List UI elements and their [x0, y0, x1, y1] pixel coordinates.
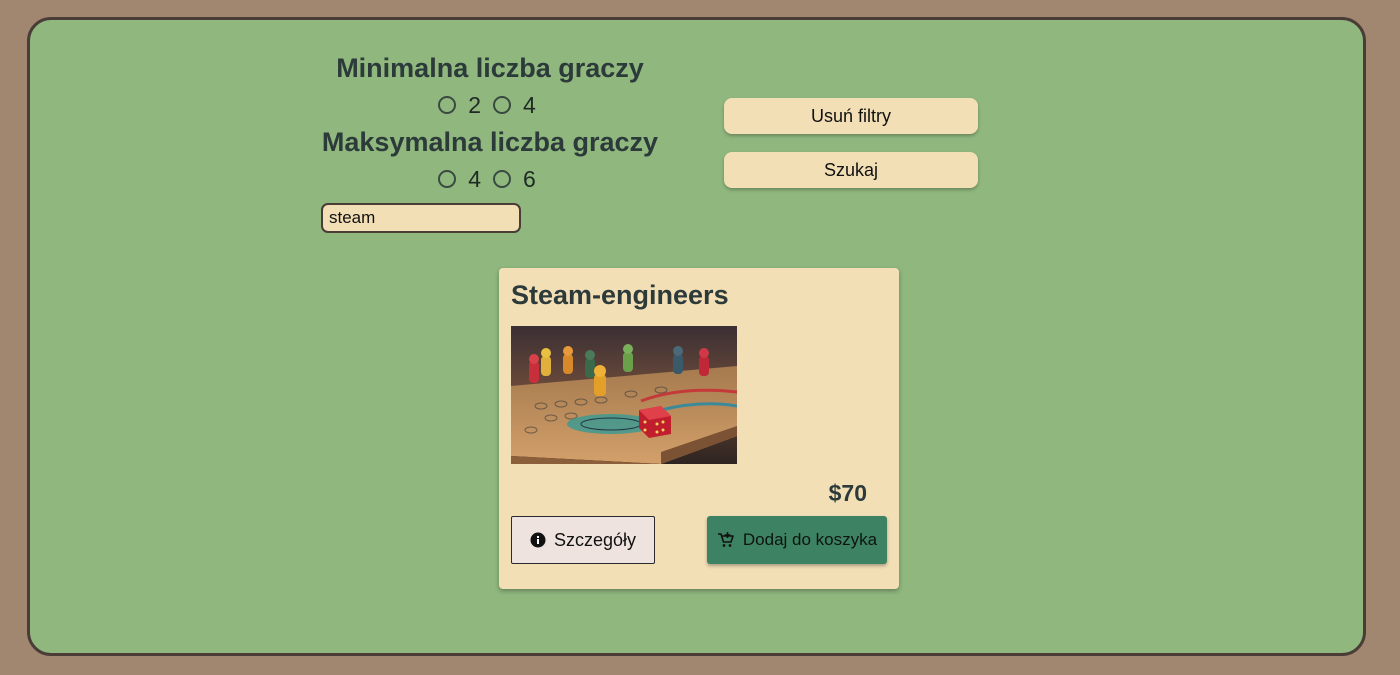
search-button[interactable]: Szukaj: [724, 152, 978, 188]
radio-label: 6: [523, 165, 536, 192]
max-players-option-6[interactable]: 6: [493, 166, 542, 193]
min-players-option-2[interactable]: 2: [438, 92, 487, 119]
radio-button[interactable]: [493, 96, 511, 114]
details-label: Szczegóły: [553, 529, 637, 550]
radio-button[interactable]: [438, 170, 457, 188]
main-panel: Minimalna liczba graczy 2 4 Maksymalna l…: [27, 17, 1366, 656]
clear-filters-button[interactable]: Usuń filtry: [724, 98, 978, 134]
max-players-heading: Maksymalna liczba graczy: [321, 127, 659, 157]
min-players-heading: Minimalna liczba graczy: [336, 53, 644, 83]
radio-label: 4: [523, 91, 536, 118]
product-card: Steam-engineers $70 Szczegóły Dodaj do k…: [499, 268, 899, 589]
max-players-options: 4 6: [320, 160, 660, 198]
add-cart-icon: [717, 531, 735, 549]
radio-button[interactable]: [493, 170, 511, 188]
search-input[interactable]: [321, 203, 521, 233]
min-players-options: 2 4: [320, 86, 660, 124]
player-filters: Minimalna liczba graczy 2 4 Maksymalna l…: [320, 50, 660, 198]
max-players-option-4[interactable]: 4: [438, 166, 487, 193]
radio-label: 4: [468, 165, 481, 192]
add-to-cart-button[interactable]: Dodaj do koszyka: [707, 516, 887, 564]
add-to-cart-label: Dodaj do koszyka: [742, 530, 878, 549]
info-icon: [530, 532, 546, 548]
board-game-image: [511, 326, 737, 464]
radio-button[interactable]: [438, 96, 457, 114]
product-title: Steam-engineers: [511, 280, 729, 310]
radio-label: 2: [468, 91, 481, 118]
min-players-option-4[interactable]: 4: [493, 92, 542, 119]
details-button[interactable]: Szczegóły: [511, 516, 655, 564]
product-price: $70: [828, 480, 867, 506]
